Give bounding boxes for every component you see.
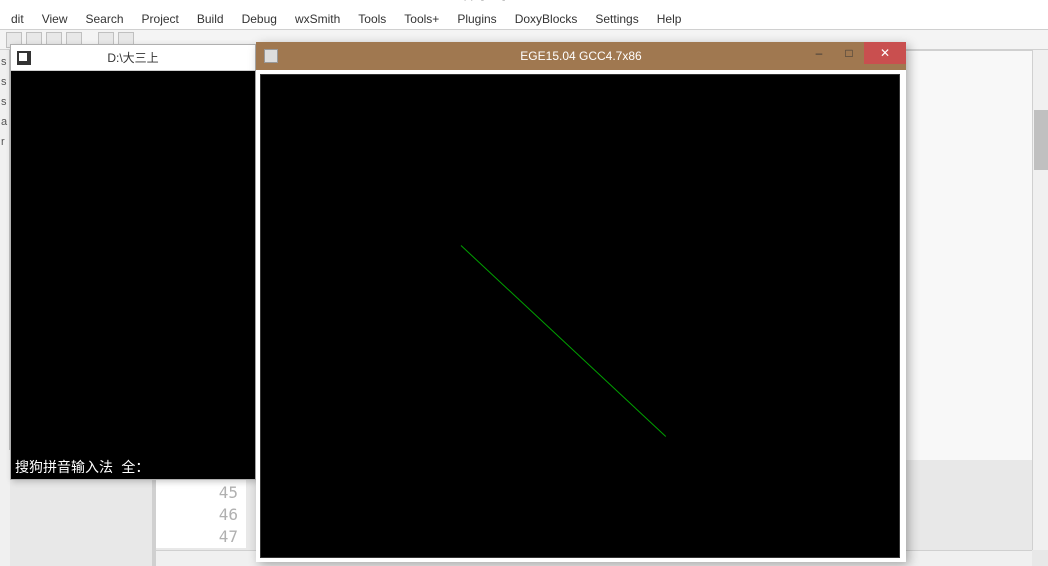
console-window: D:\大三上 搜狗拼音输入法 全： (10, 44, 256, 480)
close-button[interactable]: ✕ (864, 42, 906, 64)
console-title: D:\大三上 (107, 49, 158, 66)
left-tab-watches[interactable]: s (0, 96, 9, 108)
menu-wxsmith[interactable]: wxSmith (286, 9, 349, 29)
scrollbar-thumb[interactable] (1034, 110, 1048, 170)
left-panel: s s s a r (0, 50, 10, 450)
app-icon (264, 49, 278, 63)
menubar: dit View Search Project Build Debug wxSm… (0, 8, 1048, 30)
menu-edit[interactable]: dit (2, 9, 33, 29)
ege-titlebar[interactable]: EGE15.04 GCC4.7x86 – □ ✕ (256, 42, 906, 70)
console-body[interactable]: 搜狗拼音输入法 全： (11, 71, 255, 479)
ege-title: EGE15.04 GCC4.7x86 (520, 49, 641, 63)
ege-canvas (260, 74, 900, 558)
menu-help[interactable]: Help (648, 9, 691, 29)
menu-doxyblocks[interactable]: DoxyBlocks (506, 9, 587, 29)
menu-settings[interactable]: Settings (586, 9, 647, 29)
console-titlebar[interactable]: D:\大三上 (11, 45, 255, 71)
menu-tools[interactable]: Tools (349, 9, 395, 29)
gutter-line: 45 (156, 482, 238, 504)
drawn-line (461, 245, 666, 437)
left-tab-r[interactable]: r (0, 136, 9, 148)
cmd-icon (17, 51, 31, 65)
menu-debug[interactable]: Debug (233, 9, 286, 29)
menu-toolsplus[interactable]: Tools+ (395, 9, 448, 29)
menu-project[interactable]: Project (133, 9, 188, 29)
scrollbar-vertical[interactable] (1032, 50, 1048, 550)
menu-plugins[interactable]: Plugins (448, 9, 505, 29)
menu-build[interactable]: Build (188, 9, 233, 29)
menu-view[interactable]: View (33, 9, 77, 29)
minimize-button[interactable]: – (804, 42, 834, 64)
ege-window: EGE15.04 GCC4.7x86 – □ ✕ (256, 42, 906, 562)
ide-titlebar: main.cpp [line] - Code::Blocks 12.11 (0, 0, 1048, 8)
maximize-button[interactable]: □ (834, 42, 864, 64)
window-controls: – □ ✕ (804, 42, 906, 64)
menu-search[interactable]: Search (76, 9, 132, 29)
gutter-line: 46 (156, 504, 238, 526)
ime-status: 搜狗拼音输入法 全： (15, 457, 149, 477)
left-tab-a[interactable]: a (0, 116, 9, 128)
gutter-line: 47 (156, 526, 238, 548)
left-tab-symbols[interactable]: s (0, 56, 9, 68)
left-tab-files[interactable]: s (0, 76, 9, 88)
